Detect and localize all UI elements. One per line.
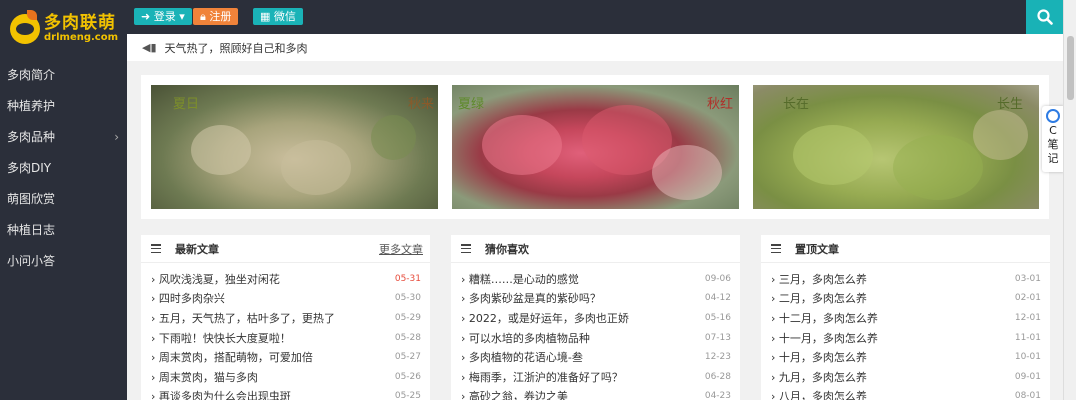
logo-domain: drlmeng.com <box>44 32 119 43</box>
banner-carousel: 夏日 秋来 夏绿 秋红 长在 长生 <box>141 75 1049 219</box>
article-item[interactable]: › 梅雨季，江浙沪的准备好了吗？ 06-28 <box>461 367 731 387</box>
register-label: 注册 <box>209 10 232 23</box>
sidebar-item-label: 多肉品种 <box>7 130 56 144</box>
banner-image[interactable]: 长在 长生 <box>753 85 1039 209</box>
article-item[interactable]: › 五月，天气热了，枯叶多了，更热了 05-29 <box>151 308 421 328</box>
article-item[interactable]: › 周末赏肉，猫与多肉 05-26 <box>151 367 421 387</box>
panel-title: 猜你喜欢 <box>485 242 529 256</box>
article-item[interactable]: › 风吹浅浅夏，独坐对闲花 05-31 <box>151 269 421 289</box>
banner-caption: 长在 <box>783 97 810 112</box>
site-logo[interactable]: 多肉联萌 drlmeng.com <box>0 0 127 58</box>
banner-caption: 夏绿 <box>458 97 485 112</box>
panel-title: 最新文章 <box>175 242 219 256</box>
sidebar-item-label: 萌图欣赏 <box>7 192 56 206</box>
article-item[interactable]: › 糟糕……是心动的感觉 09-06 <box>461 269 731 289</box>
notice-bar: ◀▮ 天气热了，照顾好自己和多肉 <box>127 34 1063 61</box>
more-articles-link[interactable]: 更多文章 <box>379 241 423 257</box>
sidebar-item-label: 多肉DIY <box>7 161 52 175</box>
panel-title: 置顶文章 <box>795 242 839 256</box>
banner-caption: 秋红 <box>706 97 733 112</box>
banner-caption: 夏日 <box>173 97 200 112</box>
article-item[interactable]: › 十一月，多肉怎么养 11-01 <box>771 328 1041 348</box>
search-icon <box>1037 9 1053 25</box>
list-icon <box>151 244 161 253</box>
logo-name: 多肉联萌 <box>44 13 116 33</box>
article-item[interactable]: › 二月，多肉怎么养 02-01 <box>771 289 1041 309</box>
login-icon: ➜ <box>141 10 151 23</box>
qrcode-icon: ▦ <box>260 10 271 23</box>
article-item[interactable]: › 十月，多肉怎么养 10-01 <box>771 347 1041 367</box>
banner-caption: 长生 <box>996 97 1023 112</box>
note-widget-text: 记 <box>1047 152 1059 165</box>
sidebar-item-varieties[interactable]: 多肉品种 › <box>0 122 127 153</box>
note-icon <box>1046 109 1060 123</box>
list-icon <box>771 244 781 253</box>
page-scrollbar[interactable] <box>1063 0 1076 400</box>
article-item[interactable]: › 四时多肉杂兴 05-30 <box>151 289 421 309</box>
sidebar-item-label: 种植养护 <box>7 99 56 113</box>
banner-image[interactable]: 夏日 秋来 <box>151 85 438 209</box>
banner-image[interactable]: 夏绿 秋红 <box>452 85 739 209</box>
article-item[interactable]: › 周末赏肉，搭配萌物，可爱加倍 05-27 <box>151 347 421 367</box>
sidebar-item-label: 多肉简介 <box>7 68 56 82</box>
pinned-articles-panel: 置顶文章 › 三月，多肉怎么养 03-01 › 二月，多肉怎么养 02-01 › 十… <box>761 235 1050 400</box>
list-icon <box>461 244 471 253</box>
latest-articles-panel: 最新文章 更多文章 › 风吹浅浅夏，独坐对闲花 05-31 › 四时多肉杂兴 05-… <box>141 235 430 400</box>
login-button[interactable]: ➜ 登录 ▾ <box>134 8 192 25</box>
article-item[interactable]: › 多肉植物的花语心境-叁 12-23 <box>461 347 731 367</box>
sidebar-nav: 多肉简介 种植养护 多肉品种 › 多肉DIY 萌图欣赏 种植日志 小问小答 <box>0 60 127 277</box>
sidebar-item-qa[interactable]: 小问小答 <box>0 246 127 277</box>
sidebar-item-label: 种植日志 <box>7 223 56 237</box>
article-item[interactable]: › 下雨啦！快快长大度夏啦！ 05-28 <box>151 328 421 348</box>
search-button[interactable] <box>1026 0 1064 34</box>
article-item[interactable]: › 2022，或是好运年，多肉也正娇 05-16 <box>461 308 731 328</box>
login-label: 登录 <box>153 10 176 23</box>
logo-icon <box>10 10 40 44</box>
caret-down-icon: ▾ <box>179 10 185 23</box>
notice-text[interactable]: 天气热了，照顾好自己和多肉 <box>165 40 308 56</box>
note-widget-text: 笔 <box>1047 138 1059 151</box>
lock-icon: 🔒︎ <box>200 10 206 23</box>
article-item[interactable]: › 高砂之翁，券边之美 04-23 <box>461 387 731 400</box>
scrollbar-thumb[interactable] <box>1067 36 1074 100</box>
article-item[interactable]: › 再谈多肉为什么会出现虫斑 05-25 <box>151 387 421 400</box>
sidebar: 多肉联萌 drlmeng.com 多肉简介 种植养护 多肉品种 › 多肉DIY 萌… <box>0 0 127 400</box>
wechat-button[interactable]: ▦ 微信 <box>253 8 303 25</box>
register-button[interactable]: 🔒︎ 注册 <box>193 8 239 25</box>
recommended-articles-panel: 猜你喜欢 › 糟糕……是心动的感觉 09-06 › 多肉紫砂盆是真的紫砂吗？ 04-… <box>451 235 740 400</box>
sidebar-item-gallery[interactable]: 萌图欣赏 <box>0 184 127 215</box>
banner-caption: 秋来 <box>407 97 434 112</box>
article-item[interactable]: › 多肉紫砂盆是真的紫砂吗？ 04-12 <box>461 289 731 309</box>
note-widget-text: C <box>1049 124 1057 137</box>
article-item[interactable]: › 可以水培的多肉植物品种 07-13 <box>461 328 731 348</box>
megaphone-icon: ◀▮ <box>142 41 157 54</box>
wechat-label: 微信 <box>273 10 296 23</box>
top-bar: ➜ 登录 ▾ 🔒︎ 注册 ▦ 微信 <box>127 0 1063 34</box>
sidebar-item-diy[interactable]: 多肉DIY <box>0 153 127 184</box>
article-item[interactable]: › 九月，多肉怎么养 09-01 <box>771 367 1041 387</box>
article-item[interactable]: › 十二月，多肉怎么养 12-01 <box>771 308 1041 328</box>
sidebar-item-label: 小问小答 <box>7 254 56 268</box>
note-widget[interactable]: C 笔 记 <box>1042 106 1064 172</box>
sidebar-item-diary[interactable]: 种植日志 <box>0 215 127 246</box>
sidebar-item-care[interactable]: 种植养护 <box>0 91 127 122</box>
chevron-right-icon: › <box>114 130 119 144</box>
article-item[interactable]: › 三月，多肉怎么养 03-01 <box>771 269 1041 289</box>
sidebar-item-intro[interactable]: 多肉简介 <box>0 60 127 91</box>
article-item[interactable]: › 八月，多肉怎么养 08-01 <box>771 387 1041 400</box>
